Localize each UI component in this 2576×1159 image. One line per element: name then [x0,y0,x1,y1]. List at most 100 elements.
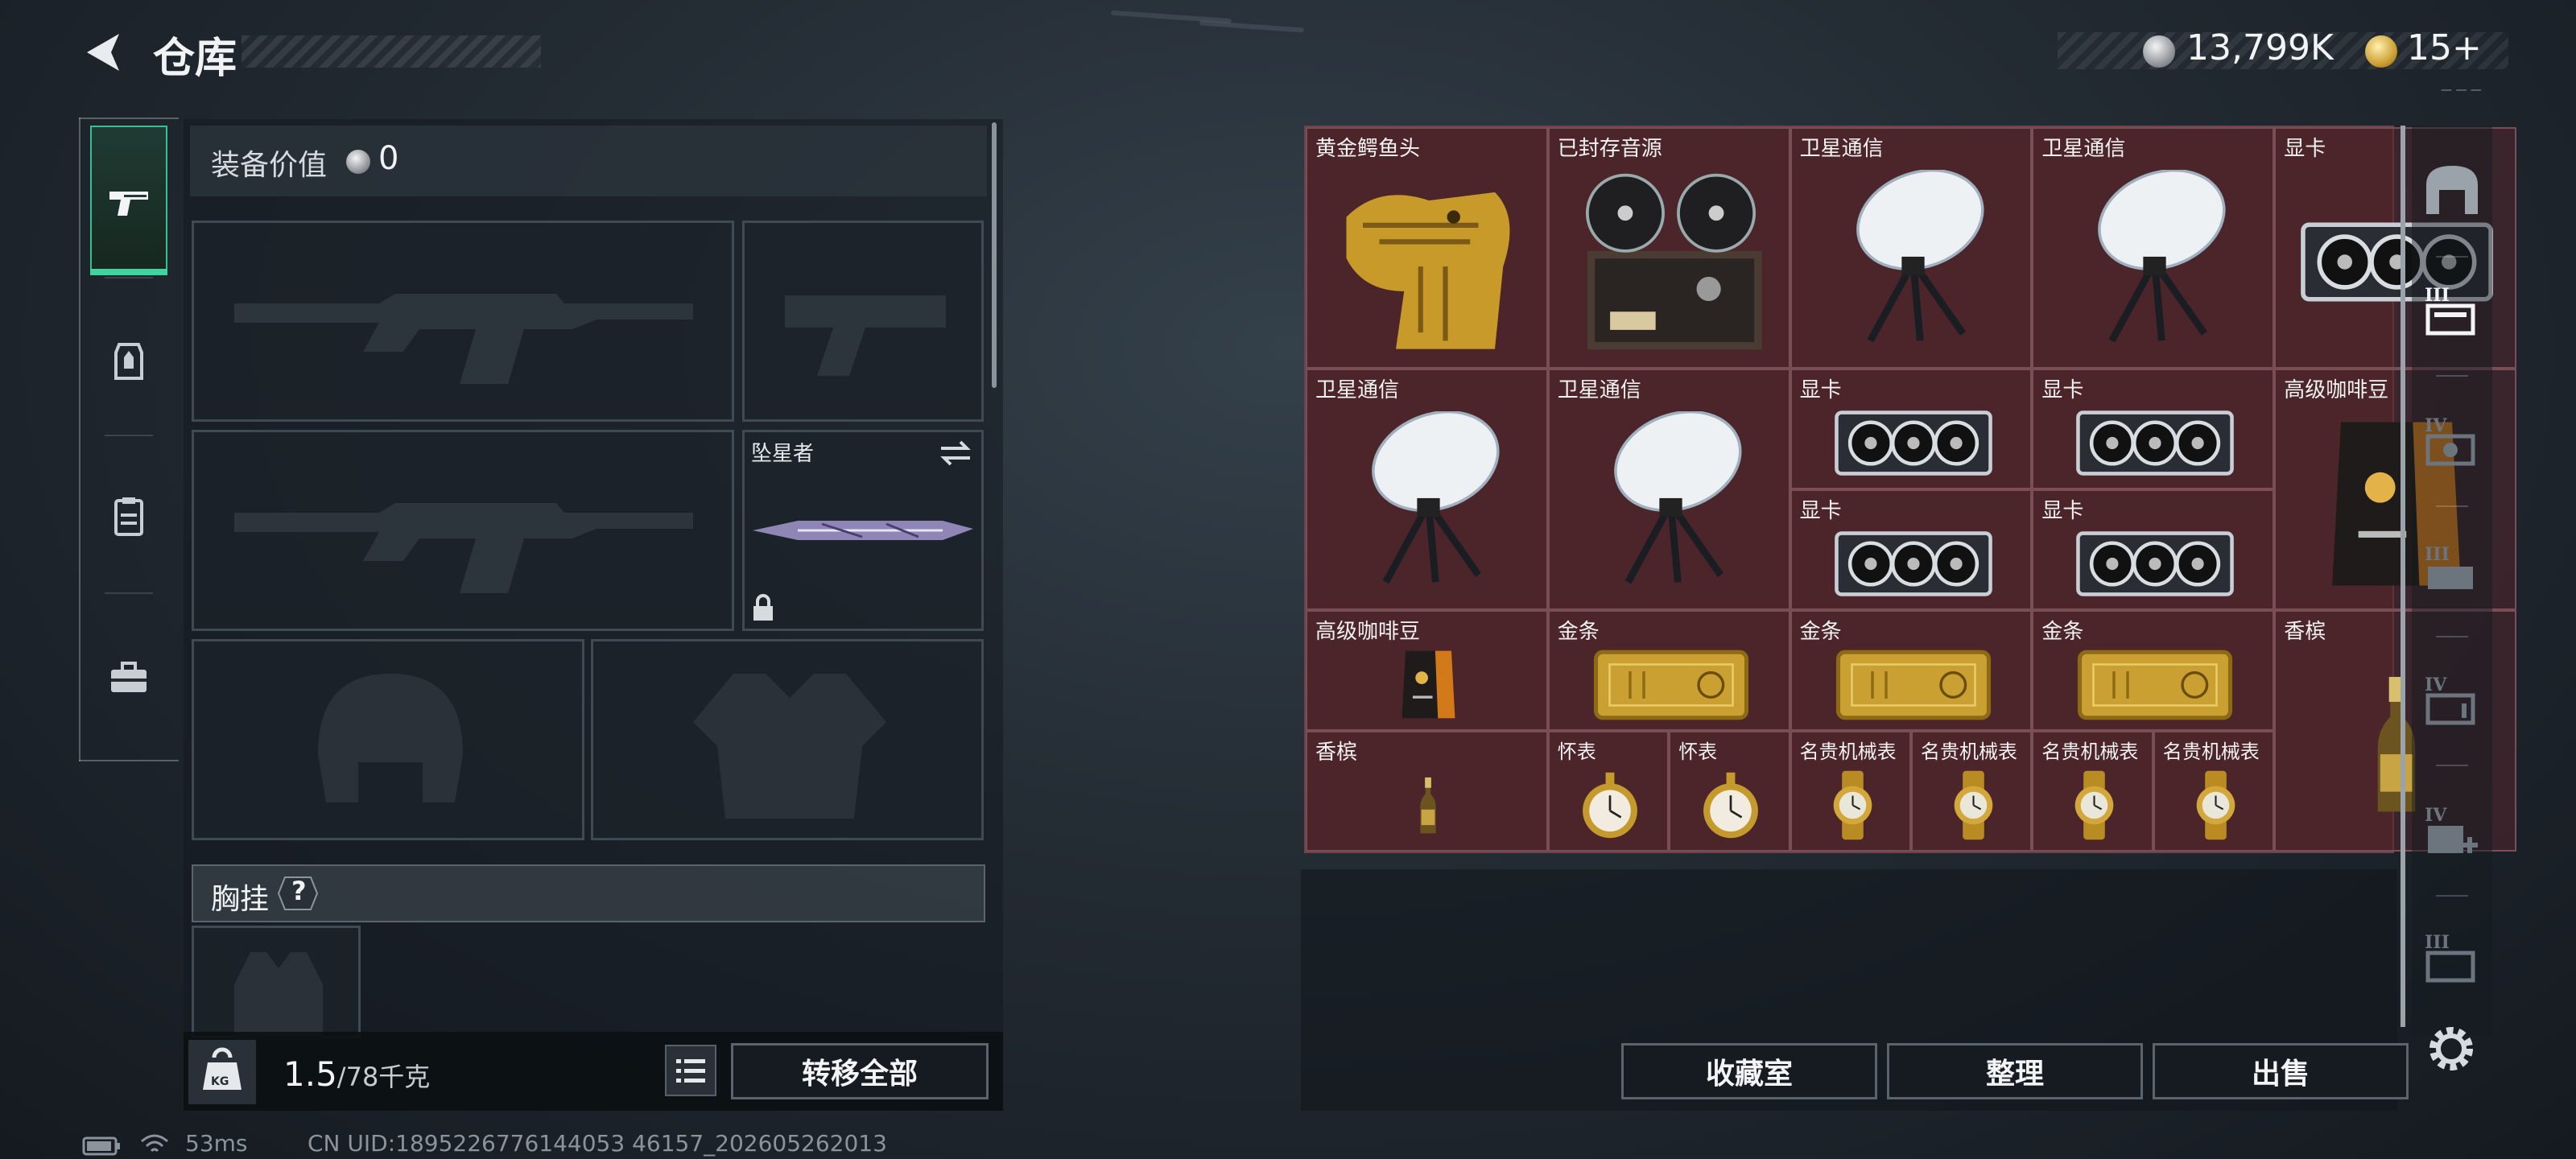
gold-balance[interactable]: 15+ [2407,27,2482,68]
collection-room-button[interactable]: 收藏室 [1621,1043,1877,1099]
uid-readout: CN UID:1895226776144053 46157_2026052620… [308,1130,887,1157]
kettlebell-icon [203,1047,242,1090]
storage-item-label: 显卡 [2041,499,2084,523]
ping-readout: 53ms [185,1130,248,1157]
storage-item[interactable]: 卫星通信 [1547,369,1790,610]
satellite-dish-icon [1343,410,1514,600]
storage-item-label: 香槟 [2284,620,2326,644]
storage-item-label: 怀表 [1557,740,1596,763]
storage-item[interactable]: 金条 [1790,610,2033,731]
storage-item-label: 金条 [2041,620,2084,644]
sell-button[interactable]: 出售 [2153,1043,2409,1099]
weight-current: 1.5 [283,1054,337,1094]
coffee-bag-icon [1399,646,1458,726]
storage-item[interactable]: 名贵机械表 [1790,731,1911,852]
storage-item[interactable]: 黄金鳄鱼头 [1306,127,1548,369]
transfer-all-button[interactable]: 转移全部 [731,1043,989,1099]
backpack-armor-icon[interactable] [105,336,153,385]
secondary-rifle-slot[interactable] [192,430,734,631]
storage-item-label: 金条 [1799,620,1842,644]
weight-icon-box [188,1040,256,1104]
storage-item[interactable]: 高级咖啡豆 [1306,610,1548,731]
satellite-dish-icon [2069,168,2240,358]
help-mark: ? [291,876,307,906]
storage-item-label: 卫星通信 [1557,378,1641,402]
rail-top-line [79,118,179,119]
storage-extension-icon[interactable]: IV [2420,671,2484,736]
storage-item-label: 已封存音源 [1557,137,1662,161]
storage-item-label: 名贵机械表 [2162,740,2260,763]
back-arrow-icon[interactable] [79,29,126,76]
luxury-watch-icon [1942,769,2004,845]
storage-extension-icon[interactable]: IV [2420,412,2484,476]
melee-name: 坠星者 [751,442,815,466]
toolbox-icon[interactable] [105,654,153,702]
storage-item[interactable]: 怀表 [1669,731,1790,852]
storage-item[interactable]: 名贵机械表 [2032,731,2153,852]
chest-rig-slot[interactable] [192,926,361,1041]
storage-item[interactable]: 香槟 [1306,731,1548,852]
armor-vest-silhouette-icon [693,674,886,819]
storage-item-label: 高级咖啡豆 [1315,620,1421,644]
weight-readout: 1.5/78千克 [283,1054,430,1094]
storage-extension-icon[interactable]: III [2420,282,2484,346]
corner-label: — — — [2441,84,2482,97]
organize-button[interactable]: 整理 [1887,1043,2143,1099]
storage-item-label: 卫星通信 [2041,137,2126,161]
storage-item-label: 怀表 [1678,740,1718,763]
garage-icon[interactable] [2420,158,2484,222]
armor-slot[interactable] [591,639,984,840]
settings-gear-icon[interactable] [2425,1022,2478,1075]
list-view-button[interactable] [665,1045,716,1096]
storage-item[interactable]: 卫星通信 [2032,127,2275,369]
storage-item-label: 显卡 [1799,378,1842,402]
graphics-card-icon [2075,527,2235,604]
storage-item-label: 卫星通信 [1799,137,1884,161]
storage-item[interactable]: 怀表 [1547,731,1670,852]
storage-item[interactable]: 显卡 [2032,369,2275,489]
chest-rig-silhouette-icon [234,952,323,1041]
storage-item[interactable]: 已封存音源 [1547,127,1790,369]
satellite-dish-icon [1827,168,1999,358]
gold-bar-icon [2073,644,2237,729]
storage-item[interactable]: 卫星通信 [1790,127,2033,369]
silver-coin-icon [2143,35,2175,68]
storage-extension-icon[interactable]: III [2420,929,2484,993]
storage-item[interactable]: 卫星通信 [1306,369,1548,610]
storage-extension-icon[interactable]: III [2420,541,2484,605]
helmet-silhouette-icon [318,674,463,802]
equipment-value-label: 装备价值 [211,149,328,182]
helmet-slot[interactable] [192,639,584,840]
luxury-watch-icon [2185,769,2247,845]
graphics-card-icon [1834,527,1993,604]
pistol-icon [109,192,148,216]
chest-rig-label: 胸挂 [211,883,270,916]
rifle-silhouette-icon [234,294,693,384]
storage-item[interactable]: 名贵机械表 [2153,731,2275,852]
primary-weapon-slot[interactable] [192,221,734,422]
swap-arrows-icon[interactable] [938,437,973,469]
lock-icon [753,594,773,621]
storage-item[interactable]: 显卡 [1790,369,2033,489]
equipment-scrollbar[interactable] [992,122,997,388]
secondary-weapon-slot[interactable] [742,221,984,422]
storage-item[interactable]: 显卡 [2032,489,2275,610]
storage-item[interactable]: 显卡 [1790,489,2033,610]
svg-text:III: III [2425,932,2450,953]
tab-active-indicator [90,269,167,275]
gold-bar-icon [1831,644,1996,729]
battery-icon [82,1136,120,1156]
storage-grid: 黄金鳄鱼头 已封存音源 卫星通信 卫星通信 显卡 卫星通信 卫星通信 显卡 显卡 高级咖啡豆 显卡显… [1304,126,2516,853]
svg-text:IV: IV [2425,674,2447,695]
melee-slot[interactable]: 坠星者 [742,430,984,631]
storage-scrollbar[interactable] [2401,126,2405,1027]
clipboard-icon[interactable] [105,493,153,541]
storage-item[interactable]: 名贵机械表 [1911,731,2033,852]
storage-item[interactable]: 金条 [2032,610,2275,731]
satellite-dish-icon [1585,410,1757,600]
storage-extension-icon[interactable]: IV [2420,802,2484,866]
storage-item-label: 名贵机械表 [1921,740,2017,763]
rail-bottom-line [79,760,179,761]
storage-item-label: 显卡 [1799,499,1842,523]
storage-item[interactable]: 金条 [1547,610,1790,731]
